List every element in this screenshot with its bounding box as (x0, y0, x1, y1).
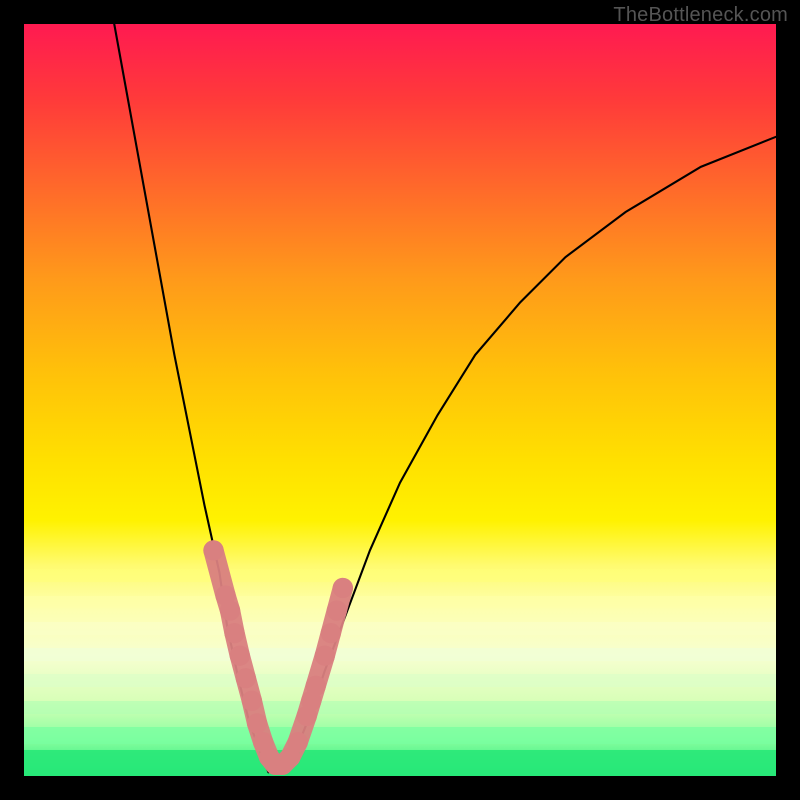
chart-frame: TheBottleneck.com (0, 0, 800, 800)
curve-right (280, 137, 776, 772)
marker-overlay (203, 540, 353, 775)
curve-layer (24, 24, 776, 776)
plot-area (24, 24, 776, 776)
watermark-text: TheBottleneck.com (613, 4, 788, 27)
